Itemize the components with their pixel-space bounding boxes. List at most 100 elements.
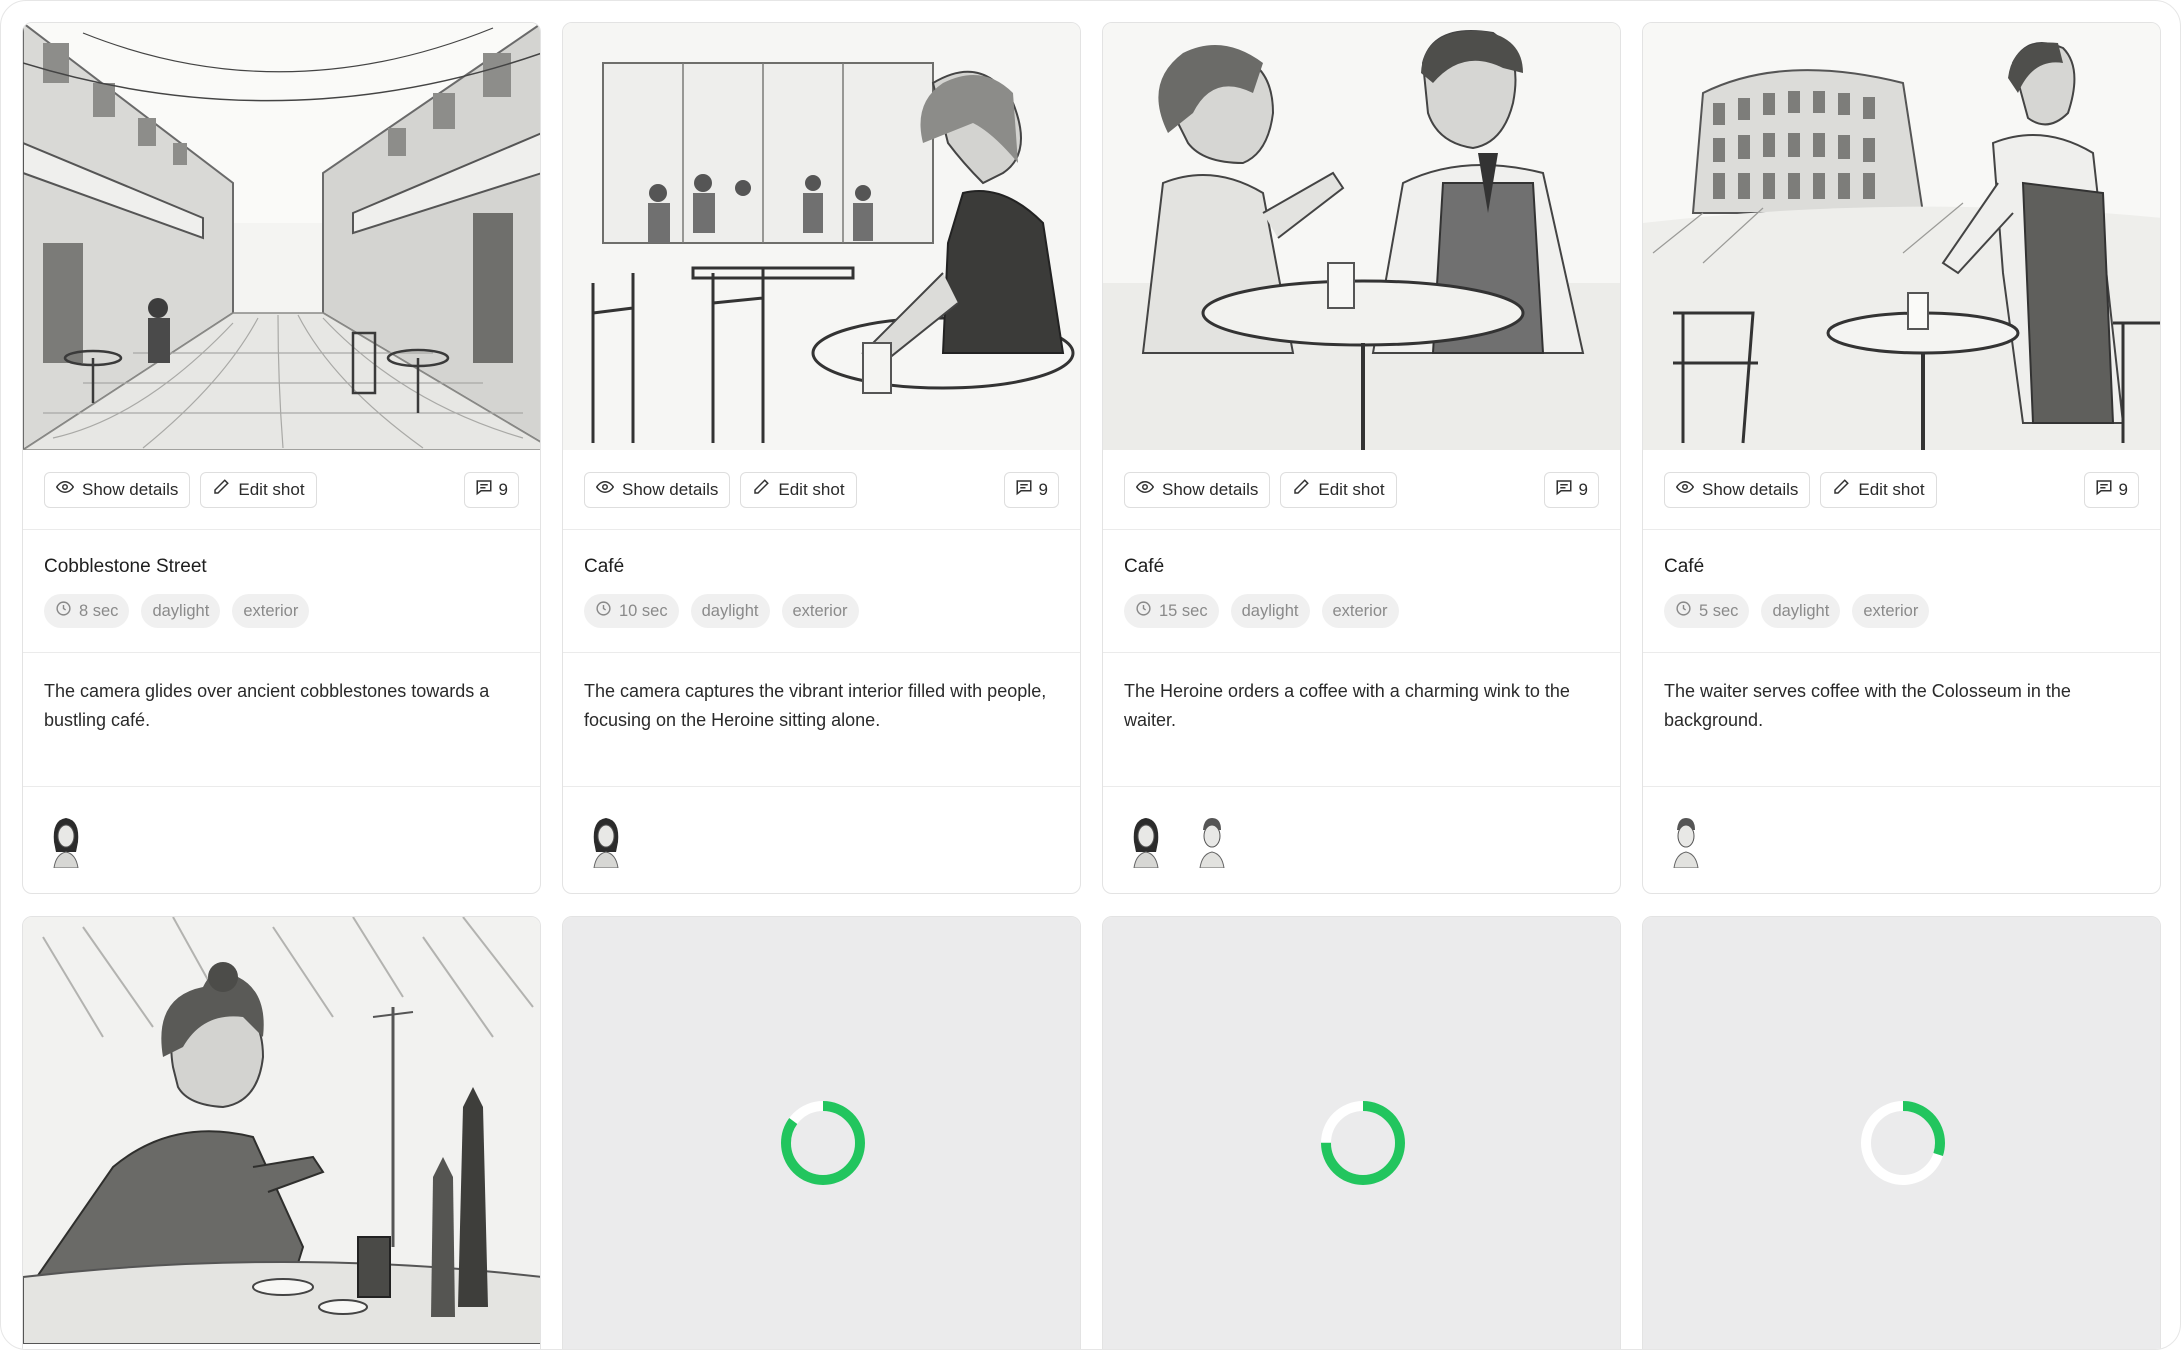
generating-card	[1102, 916, 1621, 1349]
location-tag: exterior	[232, 594, 310, 628]
comments-button[interactable]: 9	[2083, 471, 2139, 508]
progress-spinner	[780, 1100, 865, 1185]
edit-shot-button[interactable]: Edit shot	[1280, 471, 1397, 508]
generating-placeholder	[1103, 917, 1620, 1349]
comment-count: 9	[1578, 479, 1588, 499]
shot-tags: 15 sec daylight exterior	[1124, 594, 1599, 628]
generating-placeholder	[563, 917, 1080, 1349]
edit-shot-button[interactable]: Edit shot	[740, 471, 857, 508]
shot-title: Cobblestone Street	[44, 556, 207, 577]
shot-tags: 5 sec daylight exterior	[1664, 594, 2139, 628]
comments-button[interactable]: 9	[1543, 471, 1599, 508]
duration-tag: 10 sec	[584, 594, 679, 628]
progress-spinner	[1860, 1100, 1945, 1185]
clock-icon	[595, 600, 612, 622]
shot-card: Show details Edit shot 9 Cobblestone Str…	[22, 22, 541, 894]
generating-card	[562, 916, 1081, 1349]
shot-sketch-heroine-coffee[interactable]	[23, 917, 540, 1344]
show-details-button[interactable]: Show details	[1664, 471, 1811, 508]
shot-title: Café	[1124, 556, 1165, 577]
show-details-label: Show details	[622, 479, 719, 499]
eye-icon	[1135, 478, 1155, 501]
shot-title: Café	[584, 556, 625, 577]
comments-button[interactable]: 9	[1003, 471, 1059, 508]
shot-description: The camera glides over ancient cobblesto…	[23, 653, 540, 787]
pencil-icon	[212, 478, 230, 501]
show-details-label: Show details	[82, 479, 179, 499]
duration-label: 10 sec	[619, 601, 668, 620]
edit-shot-button[interactable]: Edit shot	[1820, 471, 1937, 508]
duration-tag: 8 sec	[44, 594, 130, 628]
edit-shot-label: Edit shot	[778, 479, 845, 499]
shot-card	[22, 916, 541, 1349]
lighting-tag: daylight	[141, 594, 221, 628]
avatar-waiter[interactable]	[1190, 812, 1234, 868]
pencil-icon	[1832, 478, 1850, 501]
shot-card: Show details Edit shot 9 Café 5 sec dayl…	[1642, 22, 2161, 894]
eye-icon	[55, 478, 75, 501]
duration-label: 15 sec	[1159, 601, 1208, 620]
edit-shot-button[interactable]: Edit shot	[200, 471, 317, 508]
comment-icon	[1555, 478, 1573, 501]
shot-cast	[563, 787, 1080, 892]
generating-card	[1642, 916, 2161, 1349]
eye-icon	[1675, 478, 1695, 501]
shot-cast	[1643, 787, 2160, 892]
avatar-heroine[interactable]	[44, 812, 88, 868]
shot-tags: 8 sec daylight exterior	[44, 594, 519, 628]
show-details-button[interactable]: Show details	[44, 471, 191, 508]
eye-icon	[595, 478, 615, 501]
show-details-button[interactable]: Show details	[1124, 471, 1271, 508]
lighting-tag: daylight	[1761, 594, 1841, 628]
avatar-heroine[interactable]	[584, 812, 628, 868]
shot-card: Show details Edit shot 9 Café 10 sec day…	[562, 22, 1081, 894]
location-tag: exterior	[781, 594, 859, 628]
clock-icon	[1675, 600, 1692, 622]
shot-sketch-cafe-interior[interactable]	[563, 23, 1080, 450]
shot-toolbar: Show details Edit shot 9	[1103, 450, 1620, 530]
shot-toolbar: Show details Edit shot 9	[563, 450, 1080, 530]
location-tag: exterior	[1321, 594, 1399, 628]
shot-meta: Café 10 sec daylight exterior	[563, 530, 1080, 653]
shot-tags: 10 sec daylight exterior	[584, 594, 1059, 628]
comment-count: 9	[2118, 479, 2128, 499]
shot-toolbar: Show details Edit shot 9	[1643, 450, 2160, 530]
duration-label: 8 sec	[79, 601, 119, 620]
shot-cast	[1103, 787, 1620, 892]
shot-title: Café	[1664, 556, 1705, 577]
shot-description: The Heroine orders a coffee with a charm…	[1103, 653, 1620, 787]
shot-sketch-street[interactable]	[23, 23, 540, 450]
avatar-heroine[interactable]	[1124, 812, 1168, 868]
pencil-icon	[752, 478, 770, 501]
shot-card: Show details Edit shot 9 Café 15 sec day…	[1102, 22, 1621, 894]
comment-count: 9	[1038, 479, 1048, 499]
shot-meta: Cobblestone Street 8 sec daylight exteri…	[23, 530, 540, 653]
avatar-waiter[interactable]	[1664, 812, 1708, 868]
shot-cast	[23, 787, 540, 892]
clock-icon	[55, 600, 72, 622]
lighting-tag: daylight	[690, 594, 770, 628]
edit-shot-label: Edit shot	[1318, 479, 1385, 499]
comment-icon	[2095, 478, 2113, 501]
edit-shot-label: Edit shot	[1858, 479, 1925, 499]
shot-meta: Café 5 sec daylight exterior	[1643, 530, 2160, 653]
duration-label: 5 sec	[1699, 601, 1739, 620]
storyboard-frame: Show details Edit shot 9 Cobblestone Str…	[0, 0, 2181, 1350]
lighting-tag: daylight	[1230, 594, 1310, 628]
shot-sketch-ordering[interactable]	[1103, 23, 1620, 450]
pencil-icon	[1292, 478, 1310, 501]
shot-grid: Show details Edit shot 9 Cobblestone Str…	[22, 22, 2161, 1349]
show-details-button[interactable]: Show details	[584, 471, 731, 508]
shot-toolbar: Show details Edit shot 9	[23, 450, 540, 530]
comments-button[interactable]: 9	[463, 471, 519, 508]
comment-icon	[475, 478, 493, 501]
shot-sketch-colosseum[interactable]	[1643, 23, 2160, 450]
edit-shot-label: Edit shot	[238, 479, 305, 499]
comment-count: 9	[498, 479, 508, 499]
show-details-label: Show details	[1162, 479, 1259, 499]
progress-spinner	[1320, 1100, 1405, 1185]
duration-tag: 5 sec	[1664, 594, 1750, 628]
shot-description: The waiter serves coffee with the Coloss…	[1643, 653, 2160, 787]
shot-description: The camera captures the vibrant interior…	[563, 653, 1080, 787]
generating-placeholder	[1643, 917, 2160, 1349]
